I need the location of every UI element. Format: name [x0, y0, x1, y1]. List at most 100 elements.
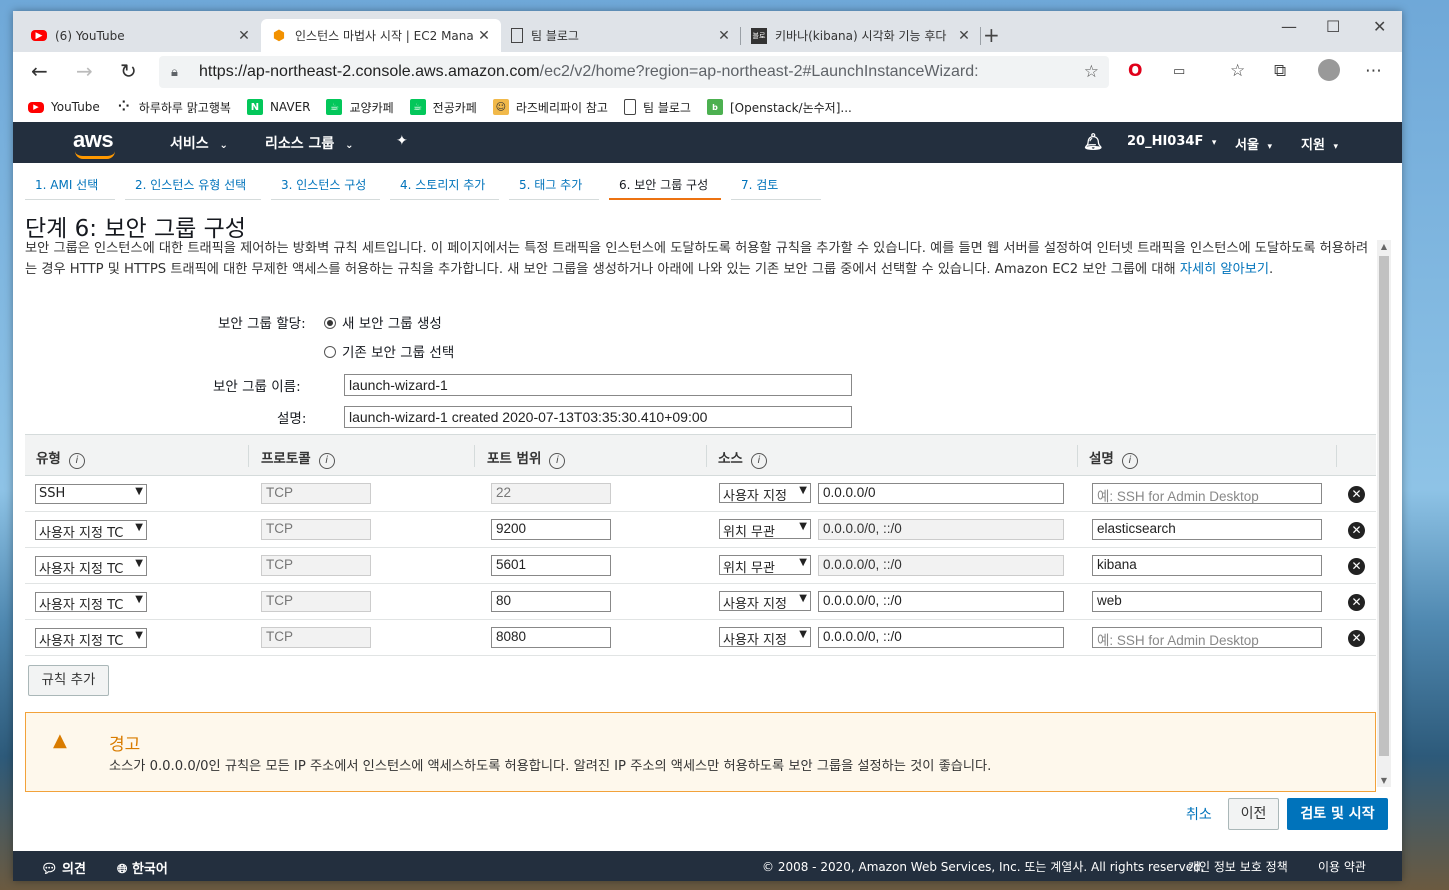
close-tab-icon[interactable]: ✕ — [237, 28, 251, 44]
port-range-input[interactable]: 80 — [491, 591, 611, 612]
bell-icon[interactable]: 🔔︎ — [1083, 132, 1103, 151]
region-menu[interactable]: 서울 ▾ — [1235, 134, 1272, 153]
port-range-input[interactable]: 9200 — [491, 519, 611, 540]
scrollbar-thumb[interactable] — [1379, 256, 1389, 756]
rule-description-input[interactable]: kibana — [1092, 555, 1322, 576]
radio-new-group[interactable]: 새 보안 그룹 생성 — [324, 312, 442, 332]
step-review[interactable]: 7. 검토 — [731, 171, 821, 200]
bookmark-naver[interactable]: N NAVER — [246, 99, 310, 115]
minimize-icon[interactable]: — — [1281, 17, 1297, 36]
services-menu[interactable]: 서비스 ⌄ — [170, 133, 228, 153]
info-icon[interactable]: i — [68, 453, 85, 469]
tab-kibana-blog[interactable]: 블로 키바나(kibana) 시각화 기능 후다 ✕ — [741, 19, 981, 52]
type-select[interactable]: 사용자 지정 TC ▼ — [35, 520, 147, 540]
info-icon[interactable]: i — [549, 453, 566, 469]
type-select[interactable]: 사용자 지정 TC ▼ — [35, 628, 147, 648]
type-select[interactable]: 사용자 지정 TC ▼ — [35, 556, 147, 576]
info-icon[interactable]: i — [750, 453, 767, 469]
close-tab-icon[interactable]: ✕ — [957, 28, 971, 44]
bookmark-openstack[interactable]: b [Openstack/논수저]... — [706, 99, 852, 116]
step-ami[interactable]: 1. AMI 선택 — [25, 171, 115, 200]
delete-rule-icon[interactable]: ✕ — [1348, 522, 1365, 539]
source-cidr-input[interactable]: 0.0.0.0/0 — [818, 483, 1064, 504]
info-icon[interactable]: i — [318, 453, 335, 469]
favorites-icon[interactable]: ☆ — [1230, 61, 1245, 81]
delete-rule-icon[interactable]: ✕ — [1348, 558, 1365, 575]
pin-icon[interactable]: ✦ — [396, 133, 408, 149]
feedback-link[interactable]: 💬︎ 의견 — [41, 858, 86, 877]
scroll-down-icon[interactable]: ▼ — [1377, 776, 1391, 785]
terms-link[interactable]: 이용 약관 — [1318, 858, 1366, 875]
info-icon[interactable]: i — [1121, 453, 1138, 469]
collections-icon[interactable]: ⧉ — [1274, 61, 1286, 81]
step-tags[interactable]: 5. 태그 추가 — [509, 171, 599, 200]
source-select[interactable]: 사용자 지정 ▼ — [719, 483, 811, 503]
step-instance-type[interactable]: 2. 인스턴스 유형 선택 — [125, 171, 261, 200]
delete-rule-icon[interactable]: ✕ — [1348, 486, 1365, 503]
learn-more-link[interactable]: 자세히 알아보기 — [1180, 262, 1269, 277]
cancel-link[interactable]: 취소 — [1186, 804, 1212, 824]
tab-ec2-wizard[interactable]: ⬢ 인스턴스 마법사 시작 | EC2 Mana ✕ — [261, 19, 501, 52]
support-menu[interactable]: 지원 ▾ — [1301, 134, 1338, 153]
source-cidr-input[interactable]: 0.0.0.0/0, ::/0 — [818, 555, 1064, 576]
new-tab-icon[interactable]: + — [983, 23, 1000, 47]
radio-unselected-icon[interactable] — [324, 346, 336, 358]
bookmark-cafe2[interactable]: ☕ 전공카페 — [409, 99, 477, 116]
group-name-input[interactable]: launch-wizard-1 — [344, 374, 852, 396]
back-icon[interactable]: ← — [31, 59, 48, 83]
url-field[interactable]: 🔒︎ https://ap-northeast-2.console.aws.am… — [159, 56, 1109, 88]
bookmark-cafe1[interactable]: ☕ 교양카페 — [326, 99, 394, 116]
source-select[interactable]: 위치 무관 ▼ — [719, 555, 811, 575]
source-cidr-input[interactable]: 0.0.0.0/0, ::/0 — [818, 591, 1064, 612]
step-storage[interactable]: 4. 스토리지 추가 — [390, 171, 499, 200]
step-configure[interactable]: 3. 인스턴스 구성 — [271, 171, 380, 200]
aws-logo[interactable]: aws — [73, 127, 114, 153]
previous-button[interactable]: 이전 — [1228, 798, 1279, 830]
bookmark-team-blog[interactable]: 팀 블로그 — [623, 99, 691, 116]
resource-groups-menu[interactable]: 리소스 그룹 ⌄ — [265, 133, 354, 153]
bookmark-daily[interactable]: ⁘ 하루하루 맑고행복 — [116, 99, 231, 116]
source-select[interactable]: 위치 무관 ▼ — [719, 519, 811, 539]
account-menu[interactable]: 20_HI034F ▾ — [1127, 134, 1216, 149]
close-tab-icon[interactable]: ✕ — [477, 28, 491, 44]
rule-description-input[interactable]: 예: SSH for Admin Desktop — [1092, 483, 1322, 504]
bookmark-star-icon[interactable]: ☆ — [1084, 62, 1099, 82]
delete-rule-icon[interactable]: ✕ — [1348, 630, 1365, 647]
more-menu-icon[interactable]: ⋯ — [1365, 61, 1382, 81]
maximize-icon[interactable]: ☐ — [1326, 17, 1340, 36]
port-range-input[interactable]: 8080 — [491, 627, 611, 648]
step-security-group[interactable]: 6. 보안 그룹 구성 — [609, 171, 721, 200]
source-select[interactable]: 사용자 지정 ▼ — [719, 627, 811, 647]
tab-youtube[interactable]: ▶ (6) YouTube ✕ — [21, 19, 261, 52]
language-selector[interactable]: 🌐︎ 한국어 — [117, 858, 168, 877]
bookmark-youtube[interactable]: ▶ YouTube — [28, 100, 100, 114]
profile-avatar[interactable] — [1318, 59, 1340, 81]
opera-icon[interactable]: O — [1128, 61, 1142, 81]
delete-rule-icon[interactable]: ✕ — [1348, 594, 1365, 611]
forward-icon[interactable]: → — [76, 59, 93, 83]
source-cidr-input[interactable]: 0.0.0.0/0, ::/0 — [818, 627, 1064, 648]
privacy-link[interactable]: 개인 정보 보호 정책 — [1188, 858, 1288, 875]
close-tab-icon[interactable]: ✕ — [717, 28, 731, 44]
port-range-input[interactable]: 5601 — [491, 555, 611, 576]
rule-description-input[interactable]: elasticsearch — [1092, 519, 1322, 540]
source-select[interactable]: 사용자 지정 ▼ — [719, 591, 811, 611]
content-scrollbar[interactable]: ▲ ▼ — [1377, 240, 1391, 787]
add-rule-button[interactable]: 규칙 추가 — [28, 665, 109, 696]
url-host: https://ap-northeast-2.console.aws.amazo… — [199, 63, 540, 80]
group-desc-input[interactable]: launch-wizard-1 created 2020-07-13T03:35… — [344, 406, 852, 428]
type-select[interactable]: SSH ▼ — [35, 484, 147, 504]
type-select[interactable]: 사용자 지정 TC ▼ — [35, 592, 147, 612]
rule-description-input[interactable]: 예: SSH for Admin Desktop — [1092, 627, 1322, 648]
source-cidr-input[interactable]: 0.0.0.0/0, ::/0 — [818, 519, 1064, 540]
radio-selected-icon[interactable] — [324, 317, 336, 329]
rule-description-input[interactable]: web — [1092, 591, 1322, 612]
review-launch-button[interactable]: 검토 및 시작 — [1287, 798, 1388, 830]
radio-existing-group[interactable]: 기존 보안 그룹 선택 — [324, 341, 454, 361]
close-window-icon[interactable]: ✕ — [1373, 17, 1386, 36]
extension-icon[interactable]: ▭ — [1173, 64, 1185, 79]
scroll-up-icon[interactable]: ▲ — [1377, 242, 1391, 251]
reload-icon[interactable]: ↻ — [120, 59, 137, 83]
bookmark-raspberry[interactable]: ☺ 라즈베리파이 참고 — [492, 99, 608, 116]
tab-team-blog[interactable]: 팀 블로그 ✕ — [501, 19, 741, 52]
